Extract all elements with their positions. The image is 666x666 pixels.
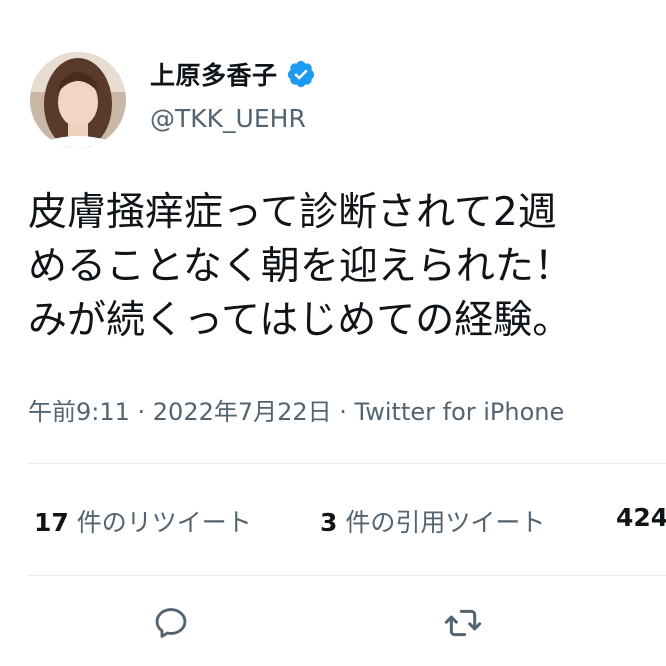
quotes-count: 3 [320, 508, 338, 537]
user-handle[interactable]: @TKK_UEHR [150, 104, 306, 133]
retweets-count: 17 [34, 508, 69, 537]
divider [28, 575, 666, 576]
avatar[interactable] [30, 52, 126, 148]
quotes-stat[interactable]: 3 件の引用ツイート [320, 503, 545, 539]
likes-stat[interactable]: 424 [616, 503, 666, 532]
divider [28, 463, 666, 464]
tweet-card: 上原多香子 @TKK_UEHR 皮膚掻痒症って診断されて2週 めることなく朝を迎… [0, 0, 666, 666]
quotes-label: 件の引用ツイート [345, 508, 546, 537]
display-name[interactable]: 上原多香子 [150, 56, 278, 92]
tweet-text-line: みが続くってはじめての経験。 [28, 298, 572, 343]
tweet-text-line: めることなく朝を迎えられた！ [28, 244, 573, 289]
retweets-stat[interactable]: 17 件のリツイート [34, 503, 252, 539]
avatar-photo-icon [30, 52, 126, 148]
retweet-button[interactable] [440, 600, 486, 646]
reply-button[interactable] [148, 600, 194, 646]
retweets-label: 件のリツイート [76, 508, 252, 537]
reply-icon [155, 608, 187, 638]
tweet-text-line: 皮膚掻痒症って診断されて2週 [28, 190, 557, 235]
user-name-row: 上原多香子 [150, 56, 316, 92]
tweet-text: 皮膚掻痒症って診断されて2週 めることなく朝を迎えられた！ みが続くってはじめて… [28, 186, 573, 348]
retweet-icon [444, 609, 482, 637]
tweet-timestamp[interactable]: 午前9:11 · 2022年7月22日 · Twitter for iPhone [28, 392, 564, 427]
verified-badge-icon [287, 60, 314, 88]
likes-count: 424 [616, 503, 666, 532]
